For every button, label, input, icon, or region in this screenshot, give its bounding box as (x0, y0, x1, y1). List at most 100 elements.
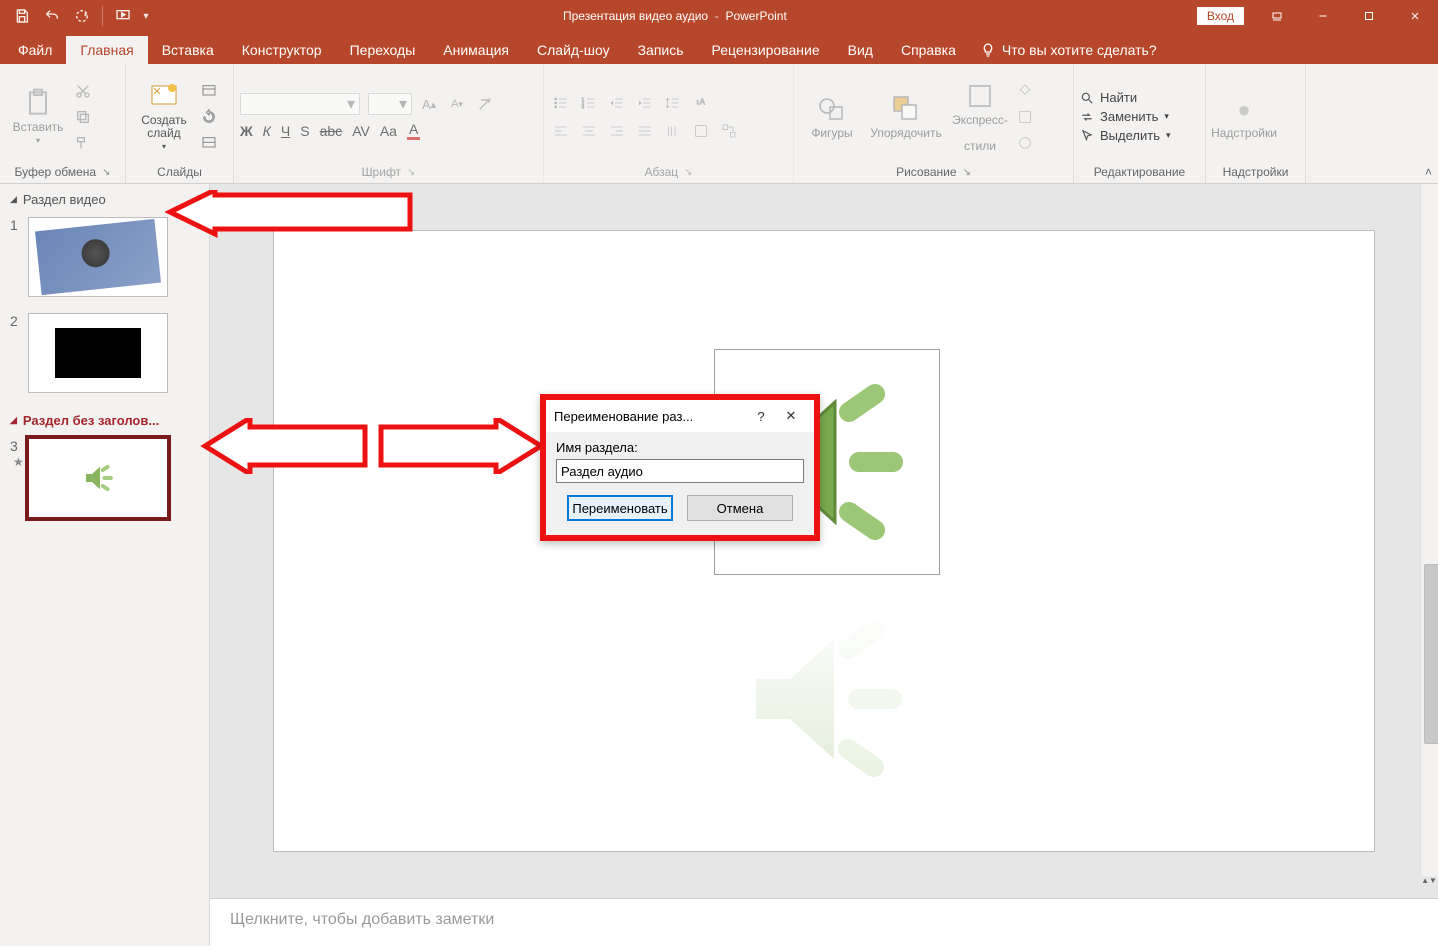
dialog-launcher-icon[interactable]: ↘ (407, 167, 415, 178)
cancel-button[interactable]: Отмена (687, 495, 793, 521)
select-button[interactable]: Выделить ▾ (1080, 128, 1171, 143)
collapse-triangle-icon: ◢ (10, 194, 17, 205)
shadow-button[interactable]: S (300, 123, 309, 139)
slide-number: 2 (10, 313, 28, 393)
notes-pane[interactable]: Щелкните, чтобы добавить заметки (210, 898, 1438, 946)
annotation-arrow (200, 418, 370, 474)
numbering-icon[interactable]: 123 (578, 92, 600, 114)
sign-in-button[interactable]: Вход (1197, 7, 1244, 25)
slide-canvas[interactable] (274, 231, 1374, 851)
slide-thumb-2[interactable]: 2 (0, 309, 209, 405)
lightbulb-icon (980, 42, 996, 58)
font-color-button[interactable]: A (407, 121, 420, 140)
smartart-icon[interactable] (718, 120, 740, 142)
change-case-button[interactable]: Aa (380, 123, 397, 139)
tab-view[interactable]: Вид (834, 36, 887, 64)
arrange-button[interactable]: Упорядочить (864, 93, 948, 140)
rename-section-dialog: Переименование раз... ? ✕ Имя раздела: П… (540, 394, 820, 541)
bullets-icon[interactable] (550, 92, 572, 114)
shapes-button[interactable]: Фигуры (800, 93, 864, 140)
collapse-triangle-icon: ◢ (10, 415, 17, 426)
dialog-launcher-icon[interactable]: ↘ (102, 167, 110, 178)
workspace: ◢ Раздел видео 1 2 ◢ Раздел без заголов.… (0, 184, 1438, 946)
shape-outline-icon[interactable] (1014, 106, 1036, 128)
dialog-help-icon[interactable]: ? (746, 409, 776, 424)
dialog-launcher-icon[interactable]: ↘ (684, 167, 692, 178)
shape-effects-icon[interactable] (1014, 132, 1036, 154)
save-icon[interactable] (8, 2, 36, 30)
speaker-icon (73, 458, 123, 498)
align-right-icon[interactable] (606, 120, 628, 142)
addins-button[interactable]: ● Надстройки (1212, 93, 1276, 140)
section-label: Раздел без заголов... (23, 413, 159, 428)
line-spacing-icon[interactable] (662, 92, 684, 114)
find-button[interactable]: Найти (1080, 90, 1171, 105)
cut-icon[interactable] (72, 80, 94, 102)
tab-review[interactable]: Рецензирование (698, 36, 834, 64)
grow-font-icon[interactable]: A▴ (418, 93, 440, 115)
text-direction-icon[interactable]: ↕A (690, 92, 712, 114)
annotation-arrow (165, 190, 415, 240)
bold-button[interactable]: Ж (240, 123, 253, 139)
clear-format-icon[interactable] (474, 93, 496, 115)
replace-button[interactable]: Заменить ▾ (1080, 109, 1171, 124)
section-icon[interactable] (198, 132, 220, 154)
underline-button[interactable]: Ч (281, 123, 290, 139)
align-center-icon[interactable] (578, 120, 600, 142)
dialog-titlebar[interactable]: Переименование раз... ? ✕ (546, 400, 814, 432)
font-size-selector[interactable]: ▾ (368, 93, 412, 115)
rename-button[interactable]: Переименовать (567, 495, 673, 521)
undo-icon[interactable] (38, 2, 66, 30)
decrease-indent-icon[interactable] (606, 92, 628, 114)
reset-icon[interactable] (198, 106, 220, 128)
paste-button[interactable]: Вставить ▾ (6, 87, 70, 147)
group-label-slides: Слайды (157, 165, 202, 179)
collapse-ribbon-icon[interactable]: ˄ (1425, 165, 1432, 179)
copy-icon[interactable] (72, 106, 94, 128)
ribbon: Вставить ▾ Буфер обмена↘ Создать слайд ▾… (0, 64, 1438, 184)
strike-button[interactable]: abc (320, 123, 343, 139)
quick-styles-button[interactable]: Экспресс-стили (948, 80, 1012, 153)
ribbon-options-icon[interactable] (1254, 0, 1300, 32)
slide-number: 1 (10, 217, 28, 297)
vertical-scrollbar[interactable] (1420, 184, 1438, 876)
slide-thumb-3[interactable]: 3 ★ (0, 434, 209, 530)
layout-icon[interactable] (198, 80, 220, 102)
minimize-icon[interactable] (1300, 0, 1346, 32)
notes-placeholder: Щелкните, чтобы добавить заметки (230, 911, 494, 928)
columns-icon[interactable] (662, 120, 684, 142)
tab-slideshow[interactable]: Слайд-шоу (523, 36, 624, 64)
tab-help[interactable]: Справка (887, 36, 970, 64)
section-header-untitled[interactable]: ◢ Раздел без заголов... (0, 405, 209, 434)
close-icon[interactable] (1392, 0, 1438, 32)
tab-home[interactable]: Главная (66, 36, 147, 64)
align-left-icon[interactable] (550, 120, 572, 142)
dialog-launcher-icon[interactable]: ↘ (963, 167, 971, 178)
qat-more-icon[interactable]: ▾ (139, 2, 153, 30)
tab-animations[interactable]: Анимация (429, 36, 523, 64)
maximize-icon[interactable] (1346, 0, 1392, 32)
align-text-icon[interactable] (690, 120, 712, 142)
tab-record[interactable]: Запись (624, 36, 698, 64)
start-slideshow-icon[interactable] (109, 2, 137, 30)
tab-file[interactable]: Файл (4, 36, 66, 64)
format-painter-icon[interactable] (72, 132, 94, 154)
section-name-input[interactable] (556, 459, 804, 483)
section-label: Раздел видео (23, 192, 106, 207)
tab-transitions[interactable]: Переходы (336, 36, 430, 64)
dialog-close-icon[interactable]: ✕ (776, 408, 806, 424)
font-family-selector[interactable]: ▾ (240, 93, 360, 115)
tab-design[interactable]: Конструктор (228, 36, 336, 64)
tell-me-search[interactable]: Что вы хотите сделать? (970, 36, 1167, 64)
doc-name: Презентация видео аудио (563, 9, 708, 23)
tab-insert[interactable]: Вставка (148, 36, 228, 64)
char-spacing-button[interactable]: AV (352, 123, 370, 139)
align-justify-icon[interactable] (634, 120, 656, 142)
shrink-font-icon[interactable]: A▾ (446, 93, 468, 115)
shape-fill-icon[interactable] (1014, 80, 1036, 102)
increase-indent-icon[interactable] (634, 92, 656, 114)
slide-nav-buttons[interactable]: ▲▼ (1420, 876, 1438, 898)
italic-button[interactable]: К (263, 123, 271, 139)
redo-icon[interactable] (68, 2, 96, 30)
new-slide-button[interactable]: Создать слайд ▾ (132, 80, 196, 153)
